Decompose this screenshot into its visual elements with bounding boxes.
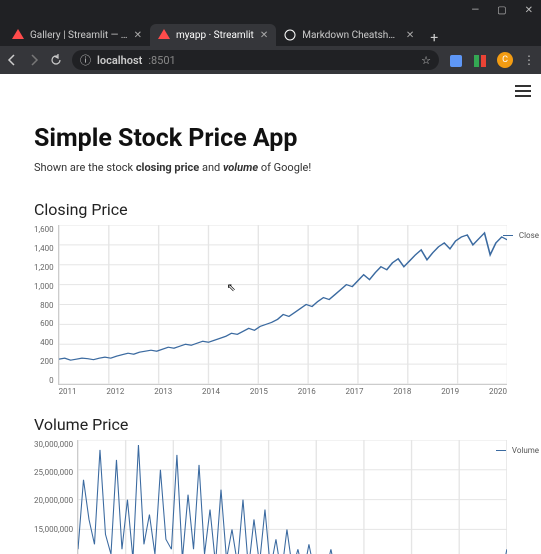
- tab-title: Markdown Cheatsheet · adam-p: [302, 30, 400, 41]
- forward-icon[interactable]: [28, 54, 40, 66]
- chart-title-close: Closing Price: [34, 200, 507, 219]
- close-window-icon[interactable]: ✕: [525, 6, 533, 16]
- info-icon: ⓘ: [80, 52, 91, 68]
- tab-title: Gallery | Streamlit — The fastes: [30, 30, 128, 41]
- url-host: localhost: [97, 54, 142, 67]
- reload-icon[interactable]: [50, 54, 62, 66]
- chart-legend: Volume •••: [496, 440, 541, 460]
- page-title: Simple Stock Price App: [34, 124, 507, 153]
- kebab-menu-icon[interactable]: ⋮: [523, 53, 535, 67]
- close-icon[interactable]: ✕: [406, 30, 414, 41]
- plot-area: [77, 440, 507, 554]
- tab-title: myapp · Streamlit: [176, 30, 254, 41]
- volume-price-chart[interactable]: 30,000,00025,000,00020,000,00015,000,000…: [34, 440, 507, 554]
- browser-tab-markdown[interactable]: Markdown Cheatsheet · adam-p ✕: [276, 24, 422, 46]
- plot-area: 2011201220132014201520162017201820192020…: [58, 225, 507, 385]
- minimize-icon[interactable]: —: [471, 6, 479, 16]
- x-axis: 2011201220132014201520162017201820192020: [59, 387, 507, 396]
- close-icon[interactable]: ✕: [134, 30, 142, 41]
- main-content: Simple Stock Price App Shown are the sto…: [0, 74, 541, 554]
- github-icon: [284, 29, 296, 41]
- chart-title-volume: Volume Price: [34, 415, 507, 434]
- extension-icon[interactable]: [473, 53, 487, 67]
- tab-strip: Gallery | Streamlit — The fastes ✕ myapp…: [0, 22, 541, 46]
- legend-swatch: [503, 235, 513, 236]
- maximize-icon[interactable]: ▢: [497, 6, 506, 16]
- y-axis: 30,000,00025,000,00020,000,00015,000,000…: [34, 440, 77, 554]
- browser-tab-gallery[interactable]: Gallery | Streamlit — The fastes ✕: [4, 24, 150, 46]
- browser-tab-myapp[interactable]: myapp · Streamlit ✕: [150, 24, 276, 46]
- close-series: [59, 233, 507, 360]
- extension-icon[interactable]: [449, 53, 463, 67]
- closing-price-chart[interactable]: 1,6001,4001,2001,0008006004002000 201120…: [34, 225, 507, 385]
- page-viewport: Simple Stock Price App Shown are the sto…: [0, 74, 541, 554]
- page-subtitle: Shown are the stock closing price and vo…: [34, 161, 507, 174]
- close-icon[interactable]: ✕: [260, 30, 268, 41]
- streamlit-icon: [158, 29, 170, 41]
- streamlit-icon: [12, 29, 24, 41]
- profile-avatar[interactable]: C: [497, 52, 513, 68]
- new-tab-button[interactable]: +: [422, 30, 446, 46]
- url-port: :8501: [148, 54, 175, 67]
- chart-legend: Close •••: [503, 225, 541, 245]
- star-icon[interactable]: ☆: [421, 54, 431, 67]
- legend-label: Volume: [512, 446, 539, 455]
- y-axis: 1,6001,4001,2001,0008006004002000: [34, 225, 58, 385]
- legend-label: Close: [519, 231, 539, 240]
- address-bar: ⓘ localhost :8501 ☆ C ⋮: [0, 46, 541, 74]
- back-icon[interactable]: [6, 54, 18, 66]
- omnibox[interactable]: ⓘ localhost :8501 ☆: [72, 50, 439, 70]
- window-titlebar: — ▢ ✕: [0, 0, 541, 22]
- hamburger-menu-icon[interactable]: [515, 82, 531, 101]
- legend-swatch: [496, 450, 506, 451]
- cursor-icon: ⇖: [227, 281, 236, 294]
